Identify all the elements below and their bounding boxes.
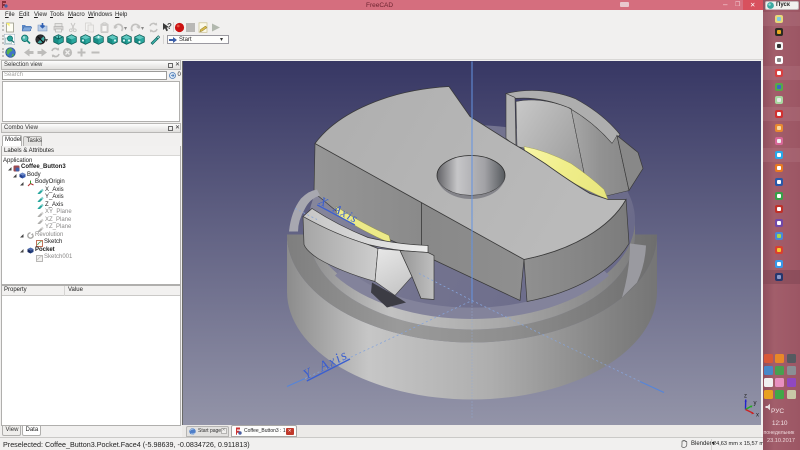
svg-text:y: y [754,400,757,406]
svg-text:x: x [756,412,759,418]
svg-text:?: ? [167,22,172,31]
svg-text:z: z [744,393,747,399]
